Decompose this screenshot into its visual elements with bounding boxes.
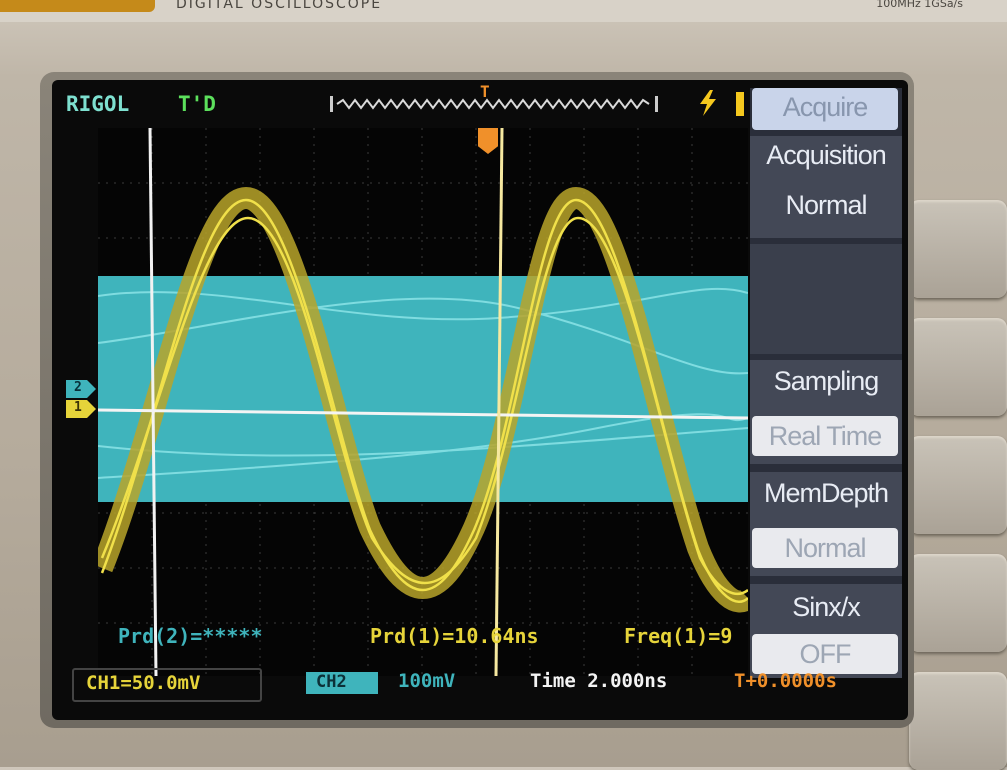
device-model-label: DIGITAL OSCILLOSCOPE — [176, 0, 383, 12]
ch1-scale: CH1=50.0mV — [86, 672, 201, 694]
rigol-logo — [0, 0, 155, 12]
menu-item-label: MemDepth — [763, 478, 889, 508]
acquire-menu: Acquire Acquisition Normal Sampling Real… — [750, 88, 902, 678]
trigger-status: T'D — [178, 92, 216, 116]
menu-item-empty[interactable] — [750, 244, 902, 354]
ch1-scale-box[interactable]: CH1=50.0mV — [72, 668, 262, 702]
measurement-freq1: Freq(1)=9 — [624, 624, 733, 648]
ch1-offset-marker[interactable]: 1 — [66, 400, 96, 418]
menu-item-acquisition[interactable]: Acquisition Normal — [750, 136, 902, 238]
ch2-label: CH2 — [316, 672, 347, 692]
softkey-1[interactable] — [909, 200, 1007, 298]
trigger-level-bar — [736, 92, 744, 116]
waveform-display — [91, 127, 756, 677]
ch2-offset-marker[interactable]: 2 — [66, 380, 96, 398]
softkey-4[interactable] — [909, 554, 1007, 652]
bottom-status-bar: CH1=50.0mV CH2 100mV Time 2.000ns T+0.00… — [52, 664, 908, 720]
softkey-3[interactable] — [909, 436, 1007, 534]
trigger-offset: T+0.0000s — [734, 670, 837, 692]
trigger-position-marker: T — [480, 82, 490, 101]
ch2-scale: 100mV — [398, 670, 456, 692]
menu-title: Acquire — [782, 92, 869, 122]
oscilloscope-screen: RIGOL T'D T 2 1 Prd(2)=***** Prd(1)=10.6… — [52, 80, 908, 720]
menu-item-memdepth[interactable]: MemDepth Normal — [750, 472, 902, 576]
menu-item-label: Sinx/x — [792, 592, 861, 622]
softkey-5[interactable] — [909, 672, 1007, 770]
device-top-panel: DIGITAL OSCILLOSCOPE 100MHz 1GSa/s — [0, 0, 1007, 22]
trigger-edge-icon — [698, 90, 718, 116]
ch2-label-box[interactable]: CH2 — [306, 672, 378, 694]
menu-item-value: Normal — [785, 190, 867, 220]
brand-label: RIGOL — [66, 92, 130, 116]
menu-item-value: Normal — [752, 528, 898, 568]
menu-item-label: Acquisition — [766, 140, 887, 170]
device-spec-label: 100MHz 1GSa/s — [876, 0, 963, 10]
timebase: Time 2.000ns — [530, 670, 668, 692]
status-bar: RIGOL T'D T — [52, 80, 752, 124]
measurement-prd2: Prd(2)=***** — [118, 624, 263, 648]
menu-item-sampling[interactable]: Sampling Real Time — [750, 360, 902, 464]
memory-depth-indicator — [330, 96, 658, 112]
menu-title-box: Acquire — [752, 88, 898, 130]
softkey-2[interactable] — [909, 318, 1007, 416]
menu-item-value: Real Time — [752, 416, 898, 456]
menu-item-label: Sampling — [773, 366, 880, 396]
measurement-prd1: Prd(1)=10.64ns — [370, 624, 539, 648]
